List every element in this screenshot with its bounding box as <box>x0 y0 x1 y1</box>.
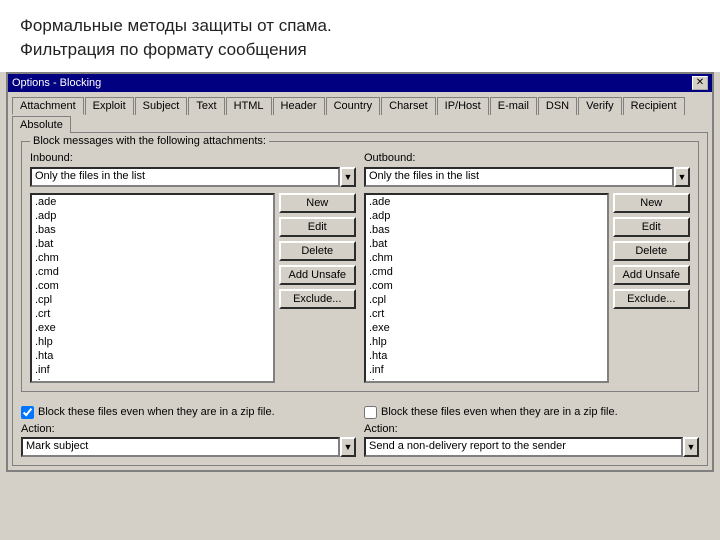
list-item[interactable]: .cmd <box>32 265 273 279</box>
outbound-exclude-button[interactable]: Exclude... <box>613 289 690 309</box>
list-item[interactable]: .hlp <box>32 335 273 349</box>
outbound-listbox[interactable]: .ade.adp.bas.bat.chm.cmd.com.cpl.crt.exe… <box>364 193 609 383</box>
tab-header[interactable]: Header <box>273 97 325 115</box>
list-item[interactable]: .cpl <box>366 293 607 307</box>
tab-verify[interactable]: Verify <box>578 97 622 115</box>
list-item[interactable]: .exe <box>32 321 273 335</box>
group-box-title: Block messages with the following attach… <box>30 135 269 147</box>
list-item[interactable]: .adp <box>366 209 607 223</box>
tab-attachment[interactable]: Attachment <box>12 97 84 115</box>
list-item[interactable]: .cpl <box>32 293 273 307</box>
slide-title: Формальные методы защиты от спама. Фильт… <box>0 0 720 72</box>
outbound-action-col: Action: Send a non-delivery report to th… <box>364 423 699 457</box>
list-item[interactable]: .hlp <box>366 335 607 349</box>
tab-iphost[interactable]: IP/Host <box>437 97 489 115</box>
inbound-list-area: .ade.adp.bas.bat.chm.cmd.com.cpl.crt.exe… <box>30 193 356 383</box>
outbound-new-button[interactable]: New <box>613 193 690 213</box>
bottom-rows: Block these files even when they are in … <box>21 400 699 457</box>
tab-exploit[interactable]: Exploit <box>85 97 134 115</box>
tab-country[interactable]: Country <box>326 97 381 115</box>
outbound-delete-button[interactable]: Delete <box>613 241 690 261</box>
tab-charset[interactable]: Charset <box>381 97 436 115</box>
outbound-buttons: New Edit Delete Add Unsafe Exclude... <box>613 193 690 383</box>
list-item[interactable]: .hta <box>366 349 607 363</box>
dialog-titlebar: Options - Blocking ✕ <box>8 74 712 92</box>
tab-text[interactable]: Text <box>188 97 224 115</box>
inbound-dropdown-wrap: Only the files in the list ▼ <box>30 167 356 187</box>
inbound-action-dropdown-arrow[interactable]: ▼ <box>340 437 356 457</box>
inbound-dropdown[interactable]: Only the files in the list <box>30 167 340 187</box>
outbound-dropdown-wrap: Only the files in the list ▼ <box>364 167 690 187</box>
outbound-label: Outbound: <box>364 152 690 164</box>
list-item[interactable]: .ins <box>366 377 607 383</box>
outbound-list-area: .ade.adp.bas.bat.chm.cmd.com.cpl.crt.exe… <box>364 193 690 383</box>
attachment-group: Block messages with the following attach… <box>21 141 699 392</box>
inbound-buttons: New Edit Delete Add Unsafe Exclude... <box>279 193 356 383</box>
inbound-delete-button[interactable]: Delete <box>279 241 356 261</box>
options-dialog: Options - Blocking ✕ Attachment Exploit … <box>6 72 714 472</box>
list-item[interactable]: .bas <box>32 223 273 237</box>
list-item[interactable]: .chm <box>32 251 273 265</box>
list-item[interactable]: .inf <box>366 363 607 377</box>
tab-absolute[interactable]: Absolute <box>12 116 71 133</box>
list-item[interactable]: .bat <box>32 237 273 251</box>
outbound-dropdown[interactable]: Only the files in the list <box>364 167 674 187</box>
list-item[interactable]: .ins <box>32 377 273 383</box>
list-item[interactable]: .chm <box>366 251 607 265</box>
list-item[interactable]: .com <box>32 279 273 293</box>
outbound-action-dropdown[interactable]: Send a non-delivery report to the sender <box>364 437 683 457</box>
outbound-zip-label: Block these files even when they are in … <box>381 406 618 418</box>
outbound-dropdown-arrow[interactable]: ▼ <box>674 167 690 187</box>
outbound-zip-checkbox[interactable] <box>364 406 377 419</box>
inbound-action-col: Action: Mark subject ▼ <box>21 423 356 457</box>
outbound-action-dropdown-wrap: Send a non-delivery report to the sender… <box>364 437 699 457</box>
list-item[interactable]: .crt <box>32 307 273 321</box>
list-item[interactable]: .hta <box>32 349 273 363</box>
list-item[interactable]: .ade <box>366 195 607 209</box>
tab-recipient[interactable]: Recipient <box>623 97 685 115</box>
tabs-bar: Attachment Exploit Subject Text HTML Hea… <box>8 92 712 132</box>
inbound-outbound-columns: Inbound: Only the files in the list ▼ .a… <box>30 148 690 383</box>
tab-email[interactable]: E-mail <box>490 97 537 115</box>
tab-subject[interactable]: Subject <box>135 97 188 115</box>
outbound-add-unsafe-button[interactable]: Add Unsafe <box>613 265 690 285</box>
list-item[interactable]: .com <box>366 279 607 293</box>
list-item[interactable]: .adp <box>32 209 273 223</box>
inbound-new-button[interactable]: New <box>279 193 356 213</box>
tab-dsn[interactable]: DSN <box>538 97 577 115</box>
outbound-action-row: Action: Send a non-delivery report to th… <box>364 423 699 457</box>
inbound-zip-checkbox[interactable] <box>21 406 34 419</box>
inbound-column: Inbound: Only the files in the list ▼ .a… <box>30 148 356 383</box>
inbound-bottom: Block these files even when they are in … <box>21 400 356 457</box>
inbound-listbox[interactable]: .ade.adp.bas.bat.chm.cmd.com.cpl.crt.exe… <box>30 193 275 383</box>
dialog-title: Options - Blocking <box>12 77 101 89</box>
tab-html[interactable]: HTML <box>226 97 272 115</box>
close-button[interactable]: ✕ <box>692 76 708 90</box>
inbound-exclude-button[interactable]: Exclude... <box>279 289 356 309</box>
inbound-action-dropdown[interactable]: Mark subject <box>21 437 340 457</box>
list-item[interactable]: .ade <box>32 195 273 209</box>
inbound-action-row: Action: Mark subject ▼ <box>21 423 356 457</box>
inbound-edit-button[interactable]: Edit <box>279 217 356 237</box>
inbound-label: Inbound: <box>30 152 356 164</box>
outbound-column: Outbound: Only the files in the list ▼ .… <box>364 148 690 383</box>
list-item[interactable]: .exe <box>366 321 607 335</box>
inbound-checkbox-row: Block these files even when they are in … <box>21 406 356 419</box>
list-item[interactable]: .inf <box>32 363 273 377</box>
outbound-checkbox-row: Block these files even when they are in … <box>364 406 699 419</box>
outbound-bottom: Block these files even when they are in … <box>364 400 699 457</box>
list-item[interactable]: .bas <box>366 223 607 237</box>
list-item[interactable]: .crt <box>366 307 607 321</box>
outbound-action-dropdown-arrow[interactable]: ▼ <box>683 437 699 457</box>
list-item[interactable]: .cmd <box>366 265 607 279</box>
inbound-zip-label: Block these files even when they are in … <box>38 406 275 418</box>
inbound-action-dropdown-wrap: Mark subject ▼ <box>21 437 356 457</box>
tab-content: Block messages with the following attach… <box>12 132 708 466</box>
outbound-action-label: Action: <box>364 423 699 435</box>
inbound-action-label: Action: <box>21 423 356 435</box>
list-item[interactable]: .bat <box>366 237 607 251</box>
outbound-edit-button[interactable]: Edit <box>613 217 690 237</box>
inbound-dropdown-arrow[interactable]: ▼ <box>340 167 356 187</box>
inbound-add-unsafe-button[interactable]: Add Unsafe <box>279 265 356 285</box>
